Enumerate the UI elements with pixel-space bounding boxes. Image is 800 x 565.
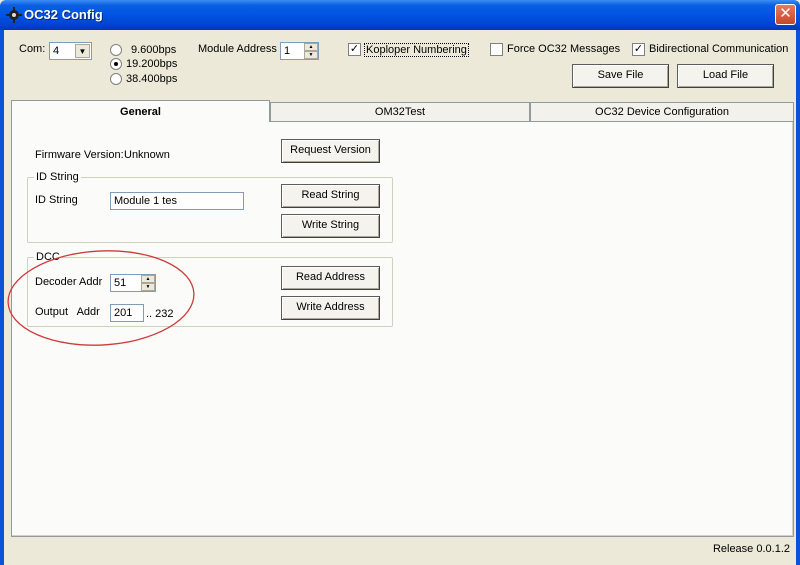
- id-string-label: ID String: [35, 194, 78, 206]
- id-string-value: Module 1 tes: [114, 195, 177, 207]
- force-oc32-label: Force OC32 Messages: [507, 43, 621, 55]
- write-string-label: Write String: [301, 219, 360, 231]
- bidirectional-label: Bidirectional Communication: [649, 43, 789, 55]
- close-button[interactable]: ✕: [775, 4, 796, 25]
- baud-radio-19200[interactable]: [110, 58, 122, 70]
- window-title: OC32 Config: [24, 7, 103, 22]
- close-icon: ✕: [779, 5, 792, 22]
- com-port-value: 4: [53, 45, 60, 57]
- output-addr-range: .. 232: [146, 308, 174, 320]
- baud-label-38400: 38.400bps: [126, 73, 178, 85]
- baud-radio-38400[interactable]: [110, 73, 122, 85]
- chevron-down-icon[interactable]: ▼: [75, 44, 90, 58]
- baud-label-9600: 9.600bps: [131, 44, 177, 56]
- spin-down-icon[interactable]: ▼: [141, 283, 155, 291]
- baud-radio-9600[interactable]: [110, 44, 122, 56]
- tab-om32test[interactable]: OM32Test: [270, 102, 530, 122]
- firmware-version-label: Firmware Version:: [35, 149, 124, 161]
- output-addr-input[interactable]: 201: [110, 304, 144, 322]
- save-file-button[interactable]: Save File: [572, 64, 669, 88]
- read-address-label: Read Address: [295, 271, 366, 283]
- write-address-label: Write Address: [296, 301, 365, 313]
- baud-label-19200: 19.200bps: [126, 58, 178, 70]
- load-file-button[interactable]: Load File: [677, 64, 774, 88]
- koploper-label: Koploper Numbering: [364, 43, 469, 57]
- release-version: Release 0.0.1.2: [712, 543, 790, 555]
- module-address-stepper[interactable]: 1 ▲ ▼: [280, 42, 319, 60]
- title-bar[interactable]: OC32 Config ✕: [0, 0, 800, 30]
- id-string-input[interactable]: Module 1 tes: [110, 192, 244, 210]
- read-address-button[interactable]: Read Address: [281, 266, 380, 290]
- com-port-select[interactable]: 4 ▼: [49, 42, 92, 60]
- load-file-label: Load File: [702, 69, 749, 81]
- spin-up-icon[interactable]: ▲: [141, 275, 155, 283]
- koploper-checkbox[interactable]: ✓: [348, 43, 361, 56]
- window-frame-left: [0, 30, 4, 565]
- status-bar: Release 0.0.1.2: [4, 539, 796, 561]
- decoder-addr-stepper[interactable]: 51 ▲ ▼: [110, 274, 156, 292]
- dcc-group: DCC Decoder Addr 51 ▲ ▼ Output Addr 201 …: [27, 251, 393, 327]
- read-string-label: Read String: [301, 189, 360, 201]
- force-oc32-checkbox[interactable]: [490, 43, 503, 56]
- decoder-addr-label: Decoder Addr: [35, 276, 103, 288]
- tab-general-label: General: [120, 106, 161, 118]
- write-address-button[interactable]: Write Address: [281, 296, 380, 320]
- tab-oc32-device-configuration[interactable]: OC32 Device Configuration: [530, 102, 794, 122]
- firmware-version-value: Unknown: [124, 149, 170, 161]
- read-string-button[interactable]: Read String: [281, 184, 380, 208]
- app-gear-icon: [6, 7, 22, 23]
- decoder-addr-value: 51: [114, 277, 127, 289]
- tab-om32test-label: OM32Test: [374, 106, 426, 118]
- spin-up-icon[interactable]: ▲: [304, 43, 318, 51]
- save-file-label: Save File: [597, 69, 644, 81]
- output-addr-value: 201: [114, 307, 133, 319]
- request-version-label: Request Version: [290, 144, 371, 156]
- general-tab-panel: Firmware Version: Unknown Request Versio…: [11, 121, 794, 537]
- tab-general[interactable]: General: [11, 100, 270, 122]
- id-string-group: ID String ID String Module 1 tes Read St…: [27, 171, 393, 243]
- bidirectional-checkbox[interactable]: ✓: [632, 43, 645, 56]
- id-string-group-title: ID String: [34, 171, 81, 183]
- output-addr-label: Output Addr: [35, 306, 100, 318]
- com-label: Com:: [19, 43, 46, 55]
- module-address-label: Module Address: [198, 43, 277, 55]
- write-string-button[interactable]: Write String: [281, 214, 380, 238]
- module-address-value: 1: [284, 45, 291, 57]
- request-version-button[interactable]: Request Version: [281, 139, 380, 163]
- tab-oc32-device-configuration-label: OC32 Device Configuration: [595, 106, 729, 118]
- spin-down-icon[interactable]: ▼: [304, 51, 318, 59]
- dcc-group-title: DCC: [34, 251, 62, 263]
- window-frame-right: [796, 30, 800, 565]
